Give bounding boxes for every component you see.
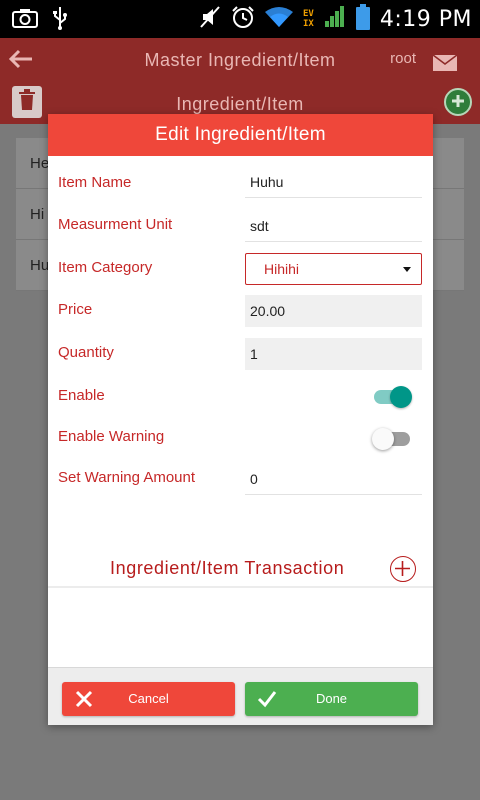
dialog-footer: Cancel Done xyxy=(48,667,433,725)
plus-icon xyxy=(451,93,465,112)
page-subtitle: Ingredient/Item xyxy=(176,94,304,114)
measurement-unit-label: Measurment Unit xyxy=(58,216,173,233)
close-icon xyxy=(75,690,93,708)
signal-icon xyxy=(324,5,346,33)
done-button[interactable]: Done xyxy=(245,682,418,716)
dropdown-caret-icon xyxy=(403,267,411,272)
quantity-field[interactable]: 1 xyxy=(245,338,422,370)
measurement-unit-field[interactable]: sdt xyxy=(245,210,422,242)
dialog-title: Edit Ingredient/Item xyxy=(48,114,433,156)
transaction-label: Ingredient/Item Transaction xyxy=(110,558,345,578)
usb-icon xyxy=(52,6,68,34)
network-type-label: EV IX xyxy=(303,9,314,29)
cancel-label: Cancel xyxy=(128,691,169,706)
enable-warning-toggle[interactable] xyxy=(372,428,410,450)
add-transaction-button[interactable] xyxy=(390,556,416,582)
toggle-knob xyxy=(372,428,394,450)
mail-icon[interactable] xyxy=(432,54,458,76)
item-category-label: Item Category xyxy=(58,259,153,276)
item-category-select[interactable]: Hihihi xyxy=(245,253,422,285)
plus-icon xyxy=(395,561,410,576)
done-label: Done xyxy=(315,691,348,706)
check-icon xyxy=(257,691,277,708)
screenshot-icon xyxy=(12,7,38,33)
user-label: root xyxy=(390,50,416,67)
enable-label: Enable xyxy=(58,387,105,404)
item-name-label: Item Name xyxy=(58,174,132,191)
enable-toggle[interactable] xyxy=(374,386,412,408)
edit-item-dialog: Edit Ingredient/Item Item Name Huhu Meas… xyxy=(48,114,433,725)
warning-amount-field[interactable]: 0 xyxy=(245,463,422,495)
trash-icon xyxy=(18,89,36,115)
status-bar: EV IX 4:19 PM xyxy=(0,0,480,38)
enable-warning-label: Enable Warning xyxy=(58,428,165,445)
cancel-button[interactable]: Cancel xyxy=(62,682,235,716)
clock: 4:19 PM xyxy=(379,6,472,32)
add-item-button[interactable] xyxy=(444,88,472,116)
delete-button[interactable] xyxy=(12,86,42,118)
price-field[interactable]: 20.00 xyxy=(245,295,422,327)
warning-amount-label: Set Warning Amount xyxy=(58,469,196,486)
price-label: Price xyxy=(58,301,93,318)
item-category-value: Hihihi xyxy=(264,261,300,277)
mute-icon xyxy=(199,5,221,33)
item-name-field[interactable]: Huhu xyxy=(245,166,422,198)
wifi-icon xyxy=(265,6,293,32)
transaction-section: Ingredient/Item Transaction xyxy=(48,552,433,588)
battery-icon xyxy=(355,4,370,34)
alarm-icon xyxy=(231,5,255,33)
toggle-knob xyxy=(390,386,412,408)
app-bar: Master Ingredient/Item root Ingredient/I… xyxy=(0,38,480,124)
quantity-label: Quantity xyxy=(58,344,114,361)
